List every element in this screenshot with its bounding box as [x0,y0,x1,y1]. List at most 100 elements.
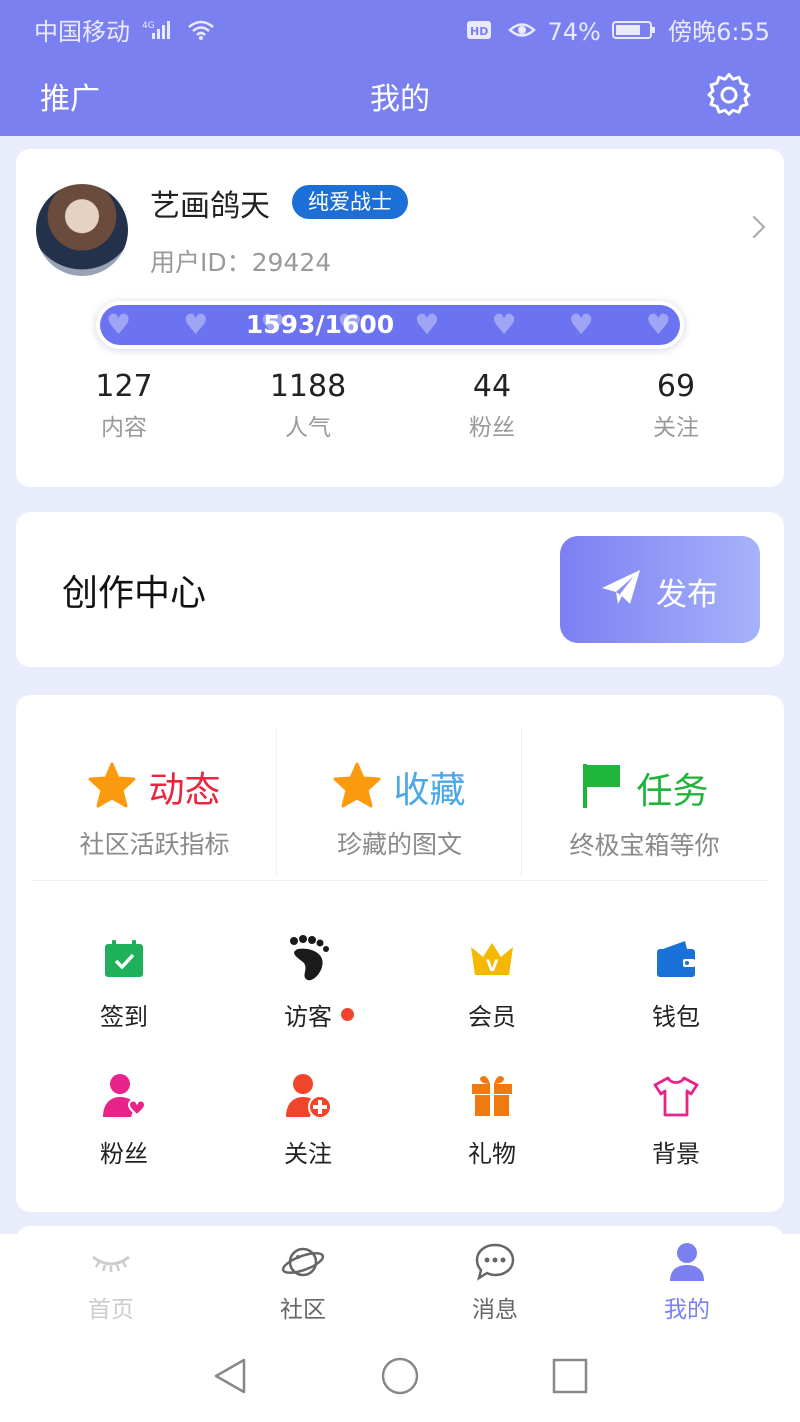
grid-label: 礼物 [468,1140,516,1168]
grid-label: 访客 [284,997,354,1032]
user-id: 用户ID：29424 [150,248,332,277]
eye-lashes-icon [92,1255,130,1272]
feature-title: 任务 [636,771,709,812]
user-heart-icon [103,1074,147,1117]
battery-text: 74% [547,18,601,46]
stat-label: 人气 [285,415,331,441]
hd-icon: HD [466,19,492,47]
fans-button[interactable]: 粉丝 [32,1072,216,1169]
page-title: 我的 [370,82,430,117]
wallet-icon [657,941,695,977]
flag-icon [583,764,621,808]
planet-icon [281,1247,325,1277]
features-card: 动态 社区活跃指标 收藏 珍藏的图文 任务 终极宝箱等你 签到 访客 V 会员 … [16,695,784,1212]
title-badge: 纯爱战士 [292,185,408,219]
tab-messages[interactable]: 消息 [400,1240,590,1324]
footprints-icon [290,935,329,981]
feature-activity[interactable]: 动态 社区活跃指标 [32,725,277,880]
tab-label: 我的 [664,1297,710,1323]
feature-title: 动态 [148,770,221,811]
tab-community[interactable]: 社区 [208,1240,398,1324]
eye-icon [507,19,536,47]
creator-center-card: 创作中心 发布 [16,512,784,667]
stat-label: 内容 [101,415,147,441]
feature-subtitle: 终极宝箱等你 [569,831,720,860]
user-icon [670,1243,704,1281]
wifi-icon [187,19,215,47]
svg-text:HD: HD [470,25,488,38]
gifts-button[interactable]: 礼物 [400,1072,584,1169]
stat-following[interactable]: 69 关注 [584,369,768,442]
profile-card[interactable]: 艺画鸽天 纯爱战士 用户ID：29424 ♥♥♥♥♥♥♥♥♥ 1593/1600… [16,149,784,487]
following-button[interactable]: 关注 [216,1072,400,1169]
feature-subtitle: 社区活跃指标 [79,830,230,859]
feature-subtitle: 珍藏的图文 [336,830,462,859]
level-progress-bar: ♥♥♥♥♥♥♥♥♥ 1593/1600 [100,305,686,345]
settings-button[interactable] [706,72,752,118]
stats-row: 127 内容 1188 人气 44 粉丝 69 关注 [16,369,784,459]
system-nav-bar [0,1340,800,1422]
status-left: 中国移动 4G [34,12,219,47]
level-progress-text: 1593/1600 [245,310,395,339]
feature-title: 收藏 [393,770,466,811]
status-bar: 中国移动 4G HD 74% 傍晚6:55 [0,0,800,56]
publish-button[interactable]: 发布 [560,536,760,643]
publish-label: 发布 [656,577,718,613]
stat-label: 关注 [653,415,699,441]
user-add-icon [286,1074,332,1119]
carrier-text: 中国移动 [34,18,130,46]
app-bar: 推广 我的 [0,56,800,136]
avatar[interactable] [36,184,128,276]
tab-label: 社区 [280,1297,326,1323]
tab-mine[interactable]: 我的 [592,1240,782,1324]
wallet-button[interactable]: 钱包 [584,935,768,1032]
feature-tasks[interactable]: 任务 终极宝箱等你 [522,725,767,880]
stat-value: 127 [95,369,153,404]
background-button[interactable]: 背景 [584,1072,768,1169]
network-type-text: 4G [142,21,155,31]
feature-favorites[interactable]: 收藏 珍藏的图文 [277,725,522,880]
grid-label: 粉丝 [100,1140,148,1168]
stat-value: 44 [472,369,512,404]
grid-label-text: 访客 [284,1003,332,1031]
notification-dot [341,1008,354,1021]
gift-icon [472,1076,512,1116]
gear-icon [707,72,751,116]
stat-label: 粉丝 [469,415,515,441]
home-icon[interactable] [380,1356,420,1396]
star-icon [88,762,136,808]
grid-label: 关注 [284,1140,332,1168]
tab-label: 消息 [472,1297,518,1323]
signal-icon: 4G [142,19,172,47]
tab-home[interactable]: 首页 [16,1240,206,1324]
calendar-check-icon [105,940,143,977]
visitors-button[interactable]: 访客 [216,935,400,1032]
chat-icon [475,1243,515,1281]
bottom-tab-bar: 首页 社区 消息 我的 [0,1234,800,1340]
tab-label: 首页 [88,1297,134,1323]
crown-icon: V [471,943,513,975]
svg-text:V: V [486,956,499,975]
stat-popularity[interactable]: 1188 人气 [216,369,400,442]
stat-content[interactable]: 127 内容 [32,369,216,442]
star-icon [333,762,381,808]
grid-label: 会员 [468,1003,516,1031]
creator-center-label: 创作中心 [62,573,207,614]
checkin-button[interactable]: 签到 [32,935,216,1032]
grid-label: 钱包 [652,1003,700,1031]
username: 艺画鸽天 [150,189,270,224]
back-icon[interactable] [210,1356,250,1396]
membership-button[interactable]: V 会员 [400,935,584,1032]
grid-label: 背景 [652,1140,700,1168]
stat-fans[interactable]: 44 粉丝 [400,369,584,442]
status-right: HD 74% 傍晚6:55 [462,12,770,47]
time-text: 傍晚6:55 [668,18,770,46]
chevron-right-icon [742,215,766,239]
recents-icon[interactable] [550,1356,590,1396]
tshirt-icon [653,1076,699,1117]
divider [32,880,768,881]
grid-label: 签到 [100,1003,148,1031]
paper-plane-icon [600,568,642,616]
stat-value: 69 [656,369,696,404]
battery-icon [612,19,656,47]
